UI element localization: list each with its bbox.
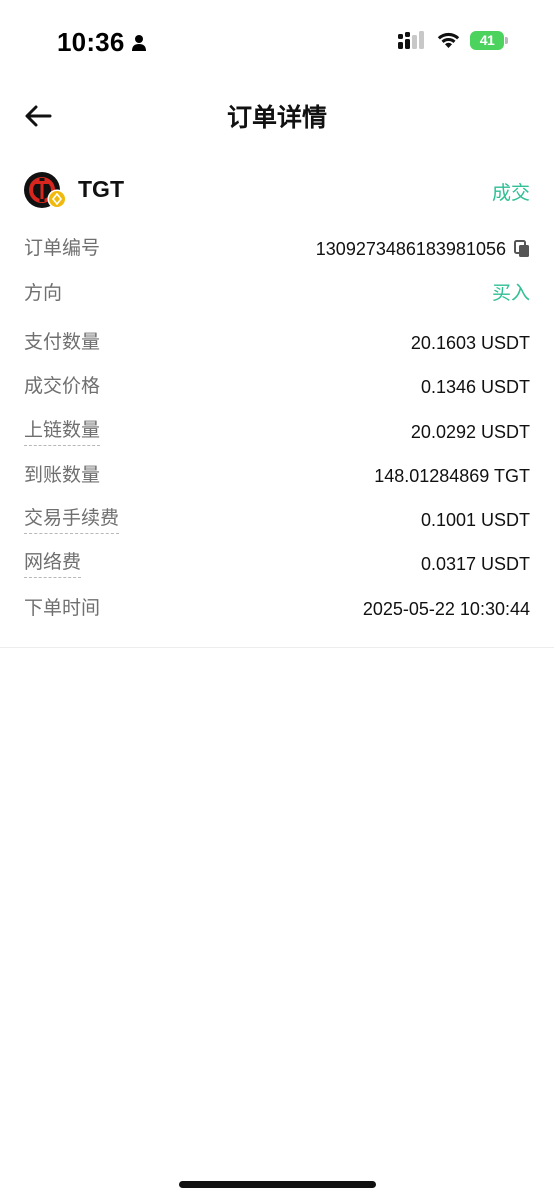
wifi-icon [437, 32, 460, 48]
token-header: TGT 成交 [24, 170, 530, 210]
home-indicator[interactable] [179, 1181, 376, 1188]
detail-value: 0.1346 USDT [420, 377, 530, 397]
detail-value: 0.0317 USDT [420, 554, 530, 574]
section-divider [0, 647, 554, 648]
detail-row-onchain-amount: 上链数量 20.0292 USDT [24, 417, 530, 449]
detail-value-order-id: 1309273486183981056 [316, 234, 530, 264]
status-bar: 10:36 41 [0, 0, 554, 84]
order-status: 成交 [491, 183, 530, 204]
detail-row-order-id: 订单编号 1309273486183981056 [24, 234, 530, 266]
detail-label: 支付数量 [24, 332, 101, 353]
detail-value: 20.1603 USDT [410, 333, 530, 353]
battery-level: 41 [470, 30, 504, 50]
cellular-signal-icon [398, 31, 424, 49]
detail-row-received-amount: 到账数量 148.01284869 TGT [24, 461, 530, 493]
battery-charging-icon: 41 [470, 30, 508, 50]
token-name: TGT [78, 176, 124, 202]
detail-row-trading-fee: 交易手续费 0.1001 USDT [24, 505, 530, 537]
page-title: 订单详情 [226, 104, 327, 132]
detail-label: 方向 [24, 283, 63, 304]
status-indicators: 41 [397, 30, 508, 50]
person-icon [131, 34, 146, 51]
status-time-group: 10:36 [57, 27, 147, 58]
detail-label: 下单时间 [24, 598, 101, 619]
detail-row-fill-price: 成交价格 0.1346 USDT [24, 372, 530, 404]
detail-row-direction: 方向 买入 [24, 279, 530, 311]
detail-row-network-fee: 网络费 0.0317 USDT [24, 549, 530, 581]
detail-value: 0.1001 USDT [420, 510, 530, 530]
detail-value: 2025-05-22 10:30:44 [362, 599, 530, 619]
detail-value-direction: 买入 [491, 283, 530, 304]
chain-badge-icon [47, 189, 67, 209]
detail-row-pay-amount: 支付数量 20.1603 USDT [24, 328, 530, 360]
nav-bar: 订单详情 [0, 84, 554, 148]
detail-label-tooltip[interactable]: 交易手续费 [24, 505, 120, 534]
battery-nub [505, 36, 508, 44]
copy-icon[interactable] [514, 240, 530, 258]
detail-label: 到账数量 [24, 465, 101, 486]
detail-label-tooltip[interactable]: 网络费 [24, 549, 82, 578]
detail-label: 订单编号 [24, 238, 101, 259]
order-id-text: 1309273486183981056 [315, 239, 506, 259]
status-time: 10:36 [57, 27, 125, 57]
detail-label-tooltip[interactable]: 上链数量 [24, 417, 101, 446]
detail-row-order-time: 下单时间 2025-05-22 10:30:44 [24, 594, 530, 626]
detail-label: 成交价格 [24, 376, 101, 397]
detail-value: 148.01284869 TGT [374, 466, 530, 486]
detail-value: 20.0292 USDT [410, 422, 530, 442]
